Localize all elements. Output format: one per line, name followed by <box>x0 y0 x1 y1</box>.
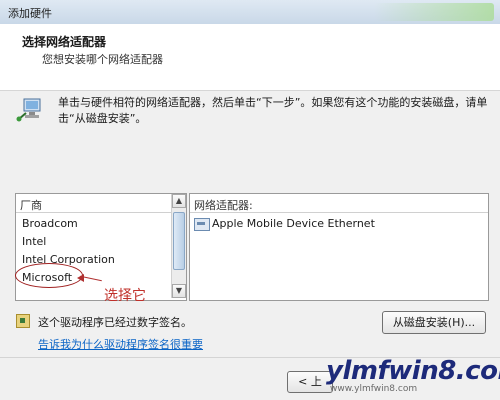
manufacturer-scrollbar[interactable]: ▲ ▼ <box>171 194 186 298</box>
list-divider <box>16 212 186 213</box>
adapter-label: Apple Mobile Device Ethernet <box>212 217 375 230</box>
annotation-text: 选择它 <box>104 288 146 304</box>
instruction-text: 单击与硬件相符的网络适配器，然后单击“下一步”。如果您有这个功能的安装磁盘，请单… <box>58 96 488 125</box>
adapter-list[interactable]: 网络适配器: Apple Mobile Device Ethernet <box>189 193 489 301</box>
install-from-disk-button[interactable]: 从磁盘安装(H)... <box>382 311 486 334</box>
network-computer-icon <box>16 98 41 122</box>
signed-driver-icon <box>16 314 30 328</box>
wizard-header: 选择网络适配器 您想安装哪个网络适配器 <box>0 24 500 91</box>
signature-text: 这个驱动程序已经过数字签名。 <box>38 316 192 329</box>
adapter-header: 网络适配器: <box>194 199 253 212</box>
watermark-url: www.ylmfwin8.com <box>330 384 418 394</box>
list-divider <box>190 212 488 213</box>
scroll-thumb[interactable] <box>173 212 185 270</box>
page-subtitle: 您想安装哪个网络适配器 <box>42 53 163 66</box>
title-bar-controls <box>374 3 494 21</box>
page-title: 选择网络适配器 <box>22 35 107 49</box>
list-item-intel[interactable]: Intel <box>16 233 170 251</box>
arrow-head-icon <box>77 274 84 282</box>
instruction-area: 单击与硬件相符的网络适配器，然后单击“下一步”。如果您有这个功能的安装磁盘，请单… <box>12 95 492 135</box>
title-bar: 添加硬件 <box>0 0 500 25</box>
list-item-adapter[interactable]: Apple Mobile Device Ethernet <box>194 216 375 232</box>
driver-signing-link[interactable]: 告诉我为什么驱动程序签名很重要 <box>38 336 203 352</box>
highlight-circle <box>15 263 83 288</box>
scroll-up-button[interactable]: ▲ <box>172 194 186 208</box>
watermark-logo: ylmfwin8.com <box>326 356 500 386</box>
window-title: 添加硬件 <box>8 7 52 20</box>
manufacturer-header: 厂商 <box>20 199 42 212</box>
scroll-down-button[interactable]: ▼ <box>172 284 186 298</box>
network-adapter-icon <box>194 217 210 231</box>
list-item-broadcom[interactable]: Broadcom <box>16 215 170 233</box>
